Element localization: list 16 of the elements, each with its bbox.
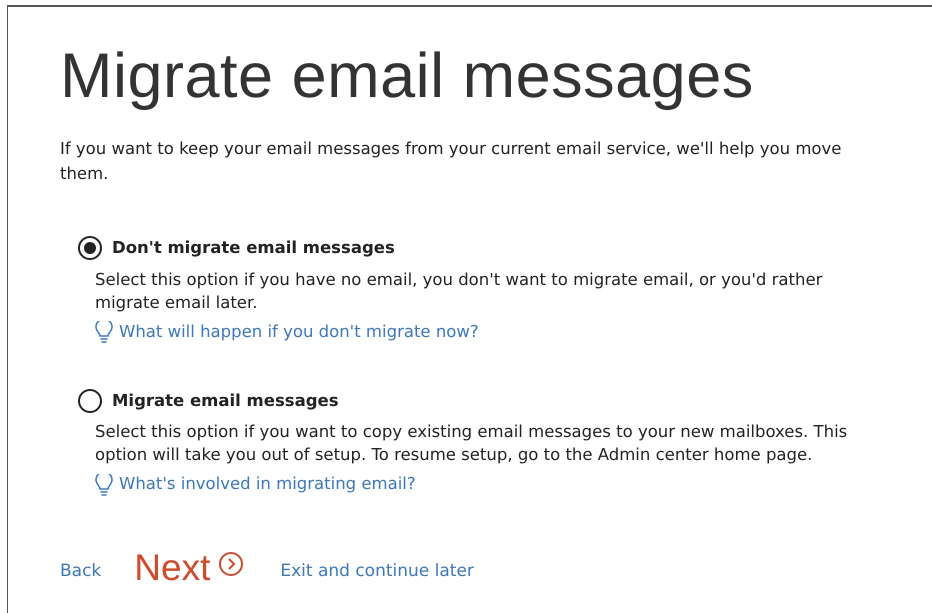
- page-title: Migrate email messages: [60, 45, 754, 108]
- option-label: Migrate email messages: [112, 390, 339, 412]
- lightbulb-icon: [95, 321, 113, 344]
- radio-button[interactable]: [78, 388, 102, 413]
- lightbulb-icon: [95, 474, 113, 496]
- chevron-circle-icon: [218, 550, 244, 576]
- back-link[interactable]: Back: [60, 558, 102, 584]
- option-description: Select this option if you have no email, you don't want to migrate email, or you'd rather migrate email later.: [95, 268, 824, 314]
- help-link[interactable]: What will happen if you don't migrate now?: [119, 320, 479, 344]
- option-label: Don't migrate email messages: [112, 237, 395, 259]
- intro-text: If you want to keep your email messages from your current email service, we'll help you move them.: [60, 138, 842, 185]
- option-description: Select this option if you want to copy existing email messages to your new mailboxes. This option will take you out of setup. To resume setup, go to the Admin center home page.: [95, 421, 848, 466]
- radio-button[interactable]: [78, 236, 102, 260]
- next-button[interactable]: Next: [134, 549, 244, 586]
- help-link[interactable]: What's involved in migrating email?: [119, 472, 416, 497]
- exit-link[interactable]: Exit and continue later: [280, 558, 474, 584]
